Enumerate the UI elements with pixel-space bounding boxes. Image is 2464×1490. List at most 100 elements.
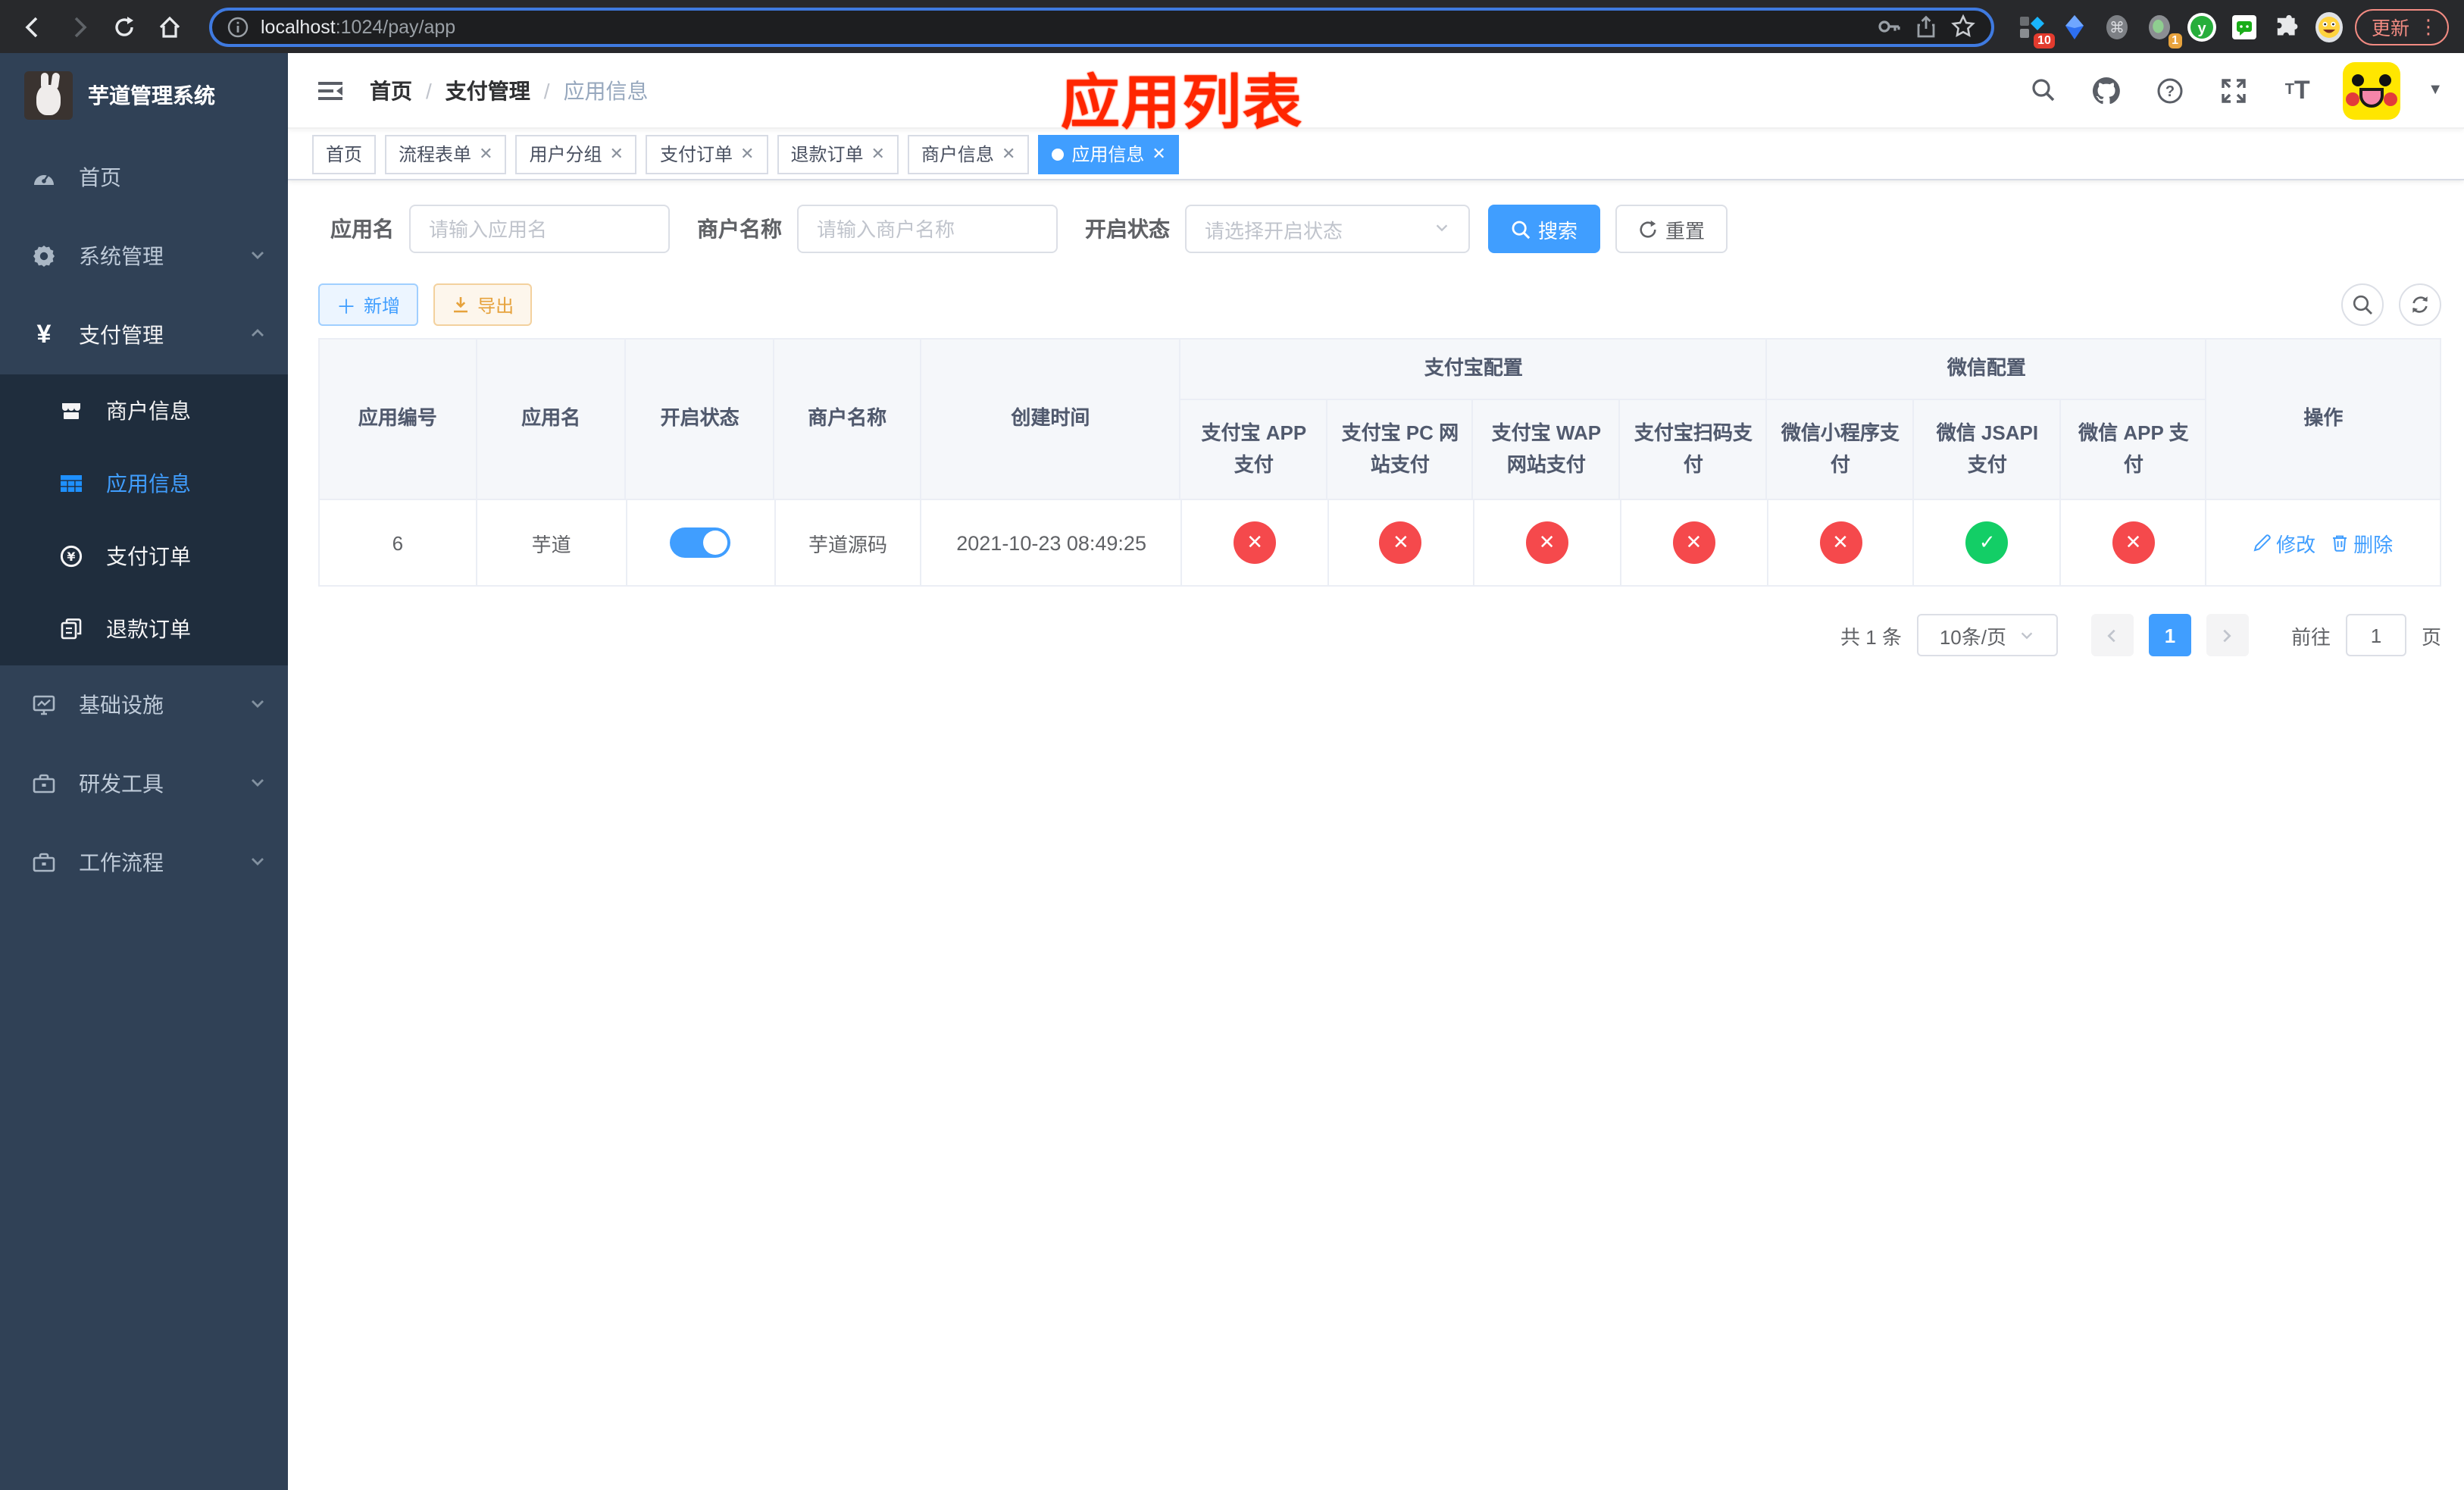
tab-merchant-info[interactable]: 商户信息 ✕ [907,134,1030,174]
sidebar-item-pay-order[interactable]: ¥ 支付订单 [0,520,288,593]
delete-button[interactable]: 删除 [2331,528,2393,557]
wechat-group: 微信配置 微信小程序支付 微信 JSAPI 支付 微信 APP 支付 [1767,340,2207,500]
export-button[interactable]: 导出 [433,283,533,326]
fullscreen-icon[interactable] [2215,72,2252,108]
browser-profile-avatar[interactable] [2312,10,2346,43]
close-icon[interactable]: ✕ [1152,144,1165,164]
extension-tasks-icon[interactable]: 10 [2015,10,2055,48]
close-icon[interactable]: ✕ [740,144,754,164]
refresh-icon [2412,296,2428,313]
user-avatar[interactable] [2343,61,2401,119]
browser-update-button[interactable]: 更新 ⋮ [2354,8,2449,45]
cell-id: 6 [320,500,477,587]
avatar-caret-icon[interactable]: ▼ [2428,82,2443,99]
add-button[interactable]: ＋ 新增 [318,283,419,326]
toggle-search-button[interactable] [2341,283,2384,326]
col-header-created: 创建时间 [921,340,1181,500]
help-icon[interactable]: ? [2152,72,2188,108]
app-logo[interactable]: 芋道管理系统 [0,53,288,138]
site-info-icon[interactable] [227,16,249,37]
sidebar-item-infra[interactable]: 基础设施 [0,665,288,744]
refresh-icon [1640,219,1656,237]
browser-home-icon[interactable] [152,8,188,45]
sidebar-item-system[interactable]: 系统管理 [0,217,288,296]
sidebar-item-label: 首页 [79,165,121,189]
group-header-wechat: 微信配置 [1767,340,2207,400]
browser-reload-icon[interactable] [106,8,142,45]
next-page-button[interactable] [2206,614,2249,656]
reset-button[interactable]: 重置 [1615,205,1728,253]
pagination-total: 共 1 条 [1840,625,1902,648]
font-size-icon[interactable]: TT [2279,72,2315,108]
cell-alipay-wap: ✕ [1474,500,1621,587]
address-bar[interactable]: localhost:1024/pay/app [209,7,1994,46]
sidebar-item-app-info[interactable]: 应用信息 [0,447,288,520]
edit-button[interactable]: 修改 [2253,528,2315,557]
github-icon[interactable] [2088,72,2125,108]
extension-y-icon[interactable]: y [2185,10,2219,43]
browser-forward-icon[interactable] [61,8,97,45]
sidebar-item-payment[interactable]: ¥ 支付管理 [0,296,288,374]
breadcrumb-home[interactable]: 首页 [370,75,412,105]
browser-toolbar: localhost:1024/pay/app 10 ⌘ 1 y 更新 ⋮ [0,0,2464,53]
close-icon[interactable]: ✕ [871,144,884,164]
tab-process-form[interactable]: 流程表单 ✕ [385,134,507,174]
success-check-icon: ✓ [1965,521,2009,564]
sidebar-item-dev-tools[interactable]: 研发工具 [0,744,288,823]
close-icon[interactable]: ✕ [479,144,492,164]
sidebar-item-label: 系统管理 [79,244,164,268]
fail-x-icon: ✕ [1525,521,1568,564]
goto-page-input[interactable] [2345,614,2406,656]
tab-refund-order[interactable]: 退款订单 ✕ [777,134,899,174]
bookmark-star-icon[interactable] [1950,14,1976,39]
page-size-select[interactable]: 10条/页 [1916,614,2058,656]
extensions-puzzle-icon[interactable] [2270,10,2303,43]
status-toggle[interactable] [670,527,731,558]
sidebar-item-label: 支付订单 [106,544,191,568]
search-button[interactable]: 搜索 [1488,205,1601,253]
page-number-button[interactable]: 1 [2148,614,2191,656]
sidebar-item-merchant-info[interactable]: 商户信息 [0,374,288,447]
password-key-icon[interactable] [1876,14,1902,39]
browser-back-icon[interactable] [15,8,52,45]
fail-x-icon: ✕ [2112,521,2155,564]
browser-menu-kebab-icon[interactable]: ⋮ [2419,14,2438,39]
cell-wx-jsapi: ✓ [1914,500,2062,587]
sidebar-item-home[interactable]: 首页 [0,138,288,217]
share-icon[interactable] [1914,14,1938,39]
status-select[interactable]: 请选择开启状态 [1185,205,1470,253]
col-header-status: 开启状态 [626,340,775,500]
fail-x-icon: ✕ [1819,521,1862,564]
col-header-merchant: 商户名称 [774,340,921,500]
sidebar-item-refund-order[interactable]: 退款订单 [0,593,288,665]
extension-command-icon[interactable]: ⌘ [2100,10,2134,43]
url-text[interactable]: localhost:1024/pay/app [261,16,455,37]
extension-kite-icon[interactable] [2058,10,2091,43]
download-icon [454,297,468,313]
breadcrumb-current: 应用信息 [563,78,649,102]
toolbox-icon [30,850,58,875]
merchant-name-input[interactable] [797,205,1058,253]
tags-view-bar: 首页 流程表单 ✕ 用户分组 ✕ 支付订单 ✕ 退款订单 ✕ 商户信息 ✕ 应用信息 ✕ [288,129,2464,180]
sidebar-collapse-icon[interactable] [312,72,349,108]
refresh-button[interactable] [2399,283,2441,326]
close-icon[interactable]: ✕ [610,144,624,164]
cell-actions: 修改 删除 [2206,500,2440,587]
extension-recorder-icon[interactable]: 1 [2143,10,2182,48]
chevron-right-icon [2224,628,2232,642]
prev-page-button[interactable] [2090,614,2134,656]
sidebar-item-workflow[interactable]: 工作流程 [0,823,288,902]
pagination: 共 1 条 10条/页 1 前往 页 [318,614,2441,656]
tab-home[interactable]: 首页 [312,134,377,174]
tab-user-group[interactable]: 用户分组 ✕ [515,134,637,174]
update-label: 更新 [2371,18,2409,39]
extension-chat-icon[interactable] [2228,10,2261,43]
col-header-wx-jsapi: 微信 JSAPI 支付 [1914,400,2062,500]
breadcrumb-section[interactable]: 支付管理 [446,75,530,105]
app-name-input[interactable] [409,205,670,253]
close-icon[interactable]: ✕ [1002,144,1015,164]
gear-icon [30,244,58,268]
tab-pay-order[interactable]: 支付订单 ✕ [646,134,768,174]
sidebar-item-label: 研发工具 [79,772,164,796]
header-search-icon[interactable] [2025,72,2061,108]
